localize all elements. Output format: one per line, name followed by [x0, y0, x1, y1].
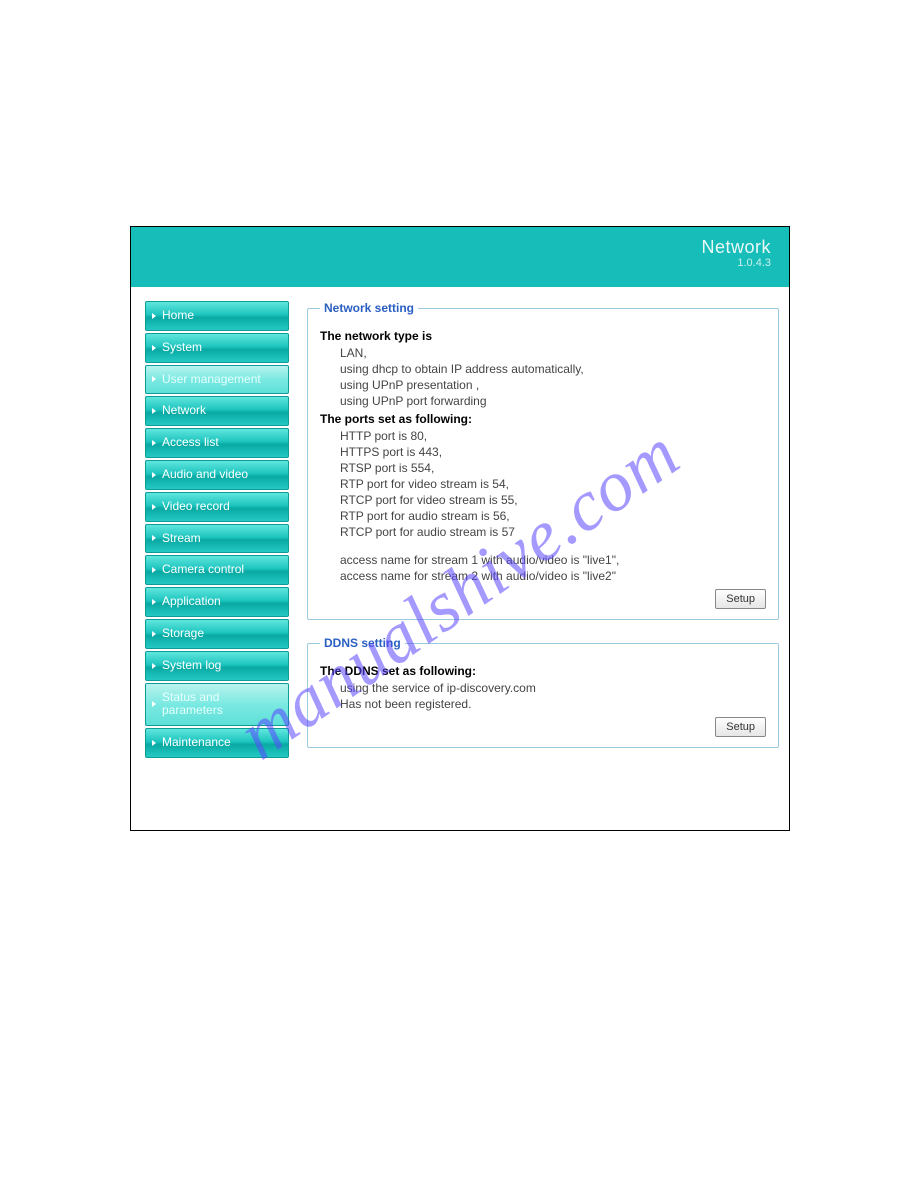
sidebar-item-network[interactable]: Network — [145, 396, 289, 426]
network-setup-button[interactable]: Setup — [715, 589, 766, 609]
version-label: 1.0.4.3 — [131, 257, 771, 269]
sidebar-item-label: Audio and video — [162, 468, 280, 482]
port-line: HTTP port is 80, — [340, 429, 766, 443]
chevron-right-icon — [152, 345, 156, 351]
network-type-line: using UPnP presentation , — [340, 378, 766, 392]
chevron-right-icon — [152, 408, 156, 414]
sidebar-item-label: Video record — [162, 500, 280, 514]
sidebar-item-system-log[interactable]: System log — [145, 651, 289, 681]
sidebar-item-label: Status and parameters — [162, 691, 280, 719]
access-name-line: access name for stream 1 with audio/vide… — [340, 553, 766, 567]
chevron-right-icon — [152, 701, 156, 707]
sidebar-nav: Home System User management Network Access l… — [145, 301, 289, 764]
chevron-right-icon — [152, 663, 156, 669]
sidebar-item-status-and-parameters[interactable]: Status and parameters — [145, 683, 289, 727]
sidebar-item-label: Camera control — [162, 563, 280, 577]
ddns-setting-panel: DDNS setting The DDNS set as following: … — [307, 636, 779, 748]
port-line: RTP port for video stream is 54, — [340, 477, 766, 491]
page-title: Network — [131, 237, 771, 258]
port-line: RTP port for audio stream is 56, — [340, 509, 766, 523]
sidebar-item-application[interactable]: Application — [145, 587, 289, 617]
sidebar-item-label: Maintenance — [162, 736, 280, 750]
sidebar-item-home[interactable]: Home — [145, 301, 289, 331]
network-setting-legend: Network setting — [320, 301, 418, 315]
sidebar-item-camera-control[interactable]: Camera control — [145, 555, 289, 585]
network-type-line: using dhcp to obtain IP address automati… — [340, 362, 766, 376]
sidebar-item-audio-and-video[interactable]: Audio and video — [145, 460, 289, 490]
sidebar-item-label: Storage — [162, 627, 280, 641]
sidebar-item-system[interactable]: System — [145, 333, 289, 363]
ddns-line: using the service of ip-discovery.com — [340, 681, 766, 695]
ddns-setup-button[interactable]: Setup — [715, 717, 766, 737]
sidebar-item-label: Access list — [162, 436, 280, 450]
sidebar-item-user-management[interactable]: User management — [145, 365, 289, 395]
main-content: Network setting The network type is LAN,… — [289, 301, 779, 764]
network-type-line: LAN, — [340, 346, 766, 360]
network-type-line: using UPnP port forwarding — [340, 394, 766, 408]
chevron-right-icon — [152, 567, 156, 573]
chevron-right-icon — [152, 472, 156, 478]
sidebar-item-access-list[interactable]: Access list — [145, 428, 289, 458]
sidebar-item-label: System log — [162, 659, 280, 673]
sidebar-item-label: Stream — [162, 532, 280, 546]
port-line: RTSP port is 554, — [340, 461, 766, 475]
chevron-right-icon — [152, 376, 156, 382]
sidebar-item-video-record[interactable]: Video record — [145, 492, 289, 522]
port-line: HTTPS port is 443, — [340, 445, 766, 459]
ports-heading: The ports set as following: — [320, 412, 766, 426]
header-banner: Network 1.0.4.3 — [131, 227, 789, 287]
chevron-right-icon — [152, 440, 156, 446]
sidebar-item-label: Network — [162, 404, 280, 418]
sidebar-item-label: Home — [162, 309, 280, 323]
chevron-right-icon — [152, 504, 156, 510]
chevron-right-icon — [152, 535, 156, 541]
sidebar-item-stream[interactable]: Stream — [145, 524, 289, 554]
port-line: RTCP port for audio stream is 57 — [340, 525, 766, 539]
sidebar-item-maintenance[interactable]: Maintenance — [145, 728, 289, 758]
chevron-right-icon — [152, 631, 156, 637]
ddns-heading: The DDNS set as following: — [320, 664, 766, 678]
sidebar-item-label: User management — [162, 373, 280, 387]
ddns-setting-legend: DDNS setting — [320, 636, 405, 650]
app-window: Network 1.0.4.3 Home System User managemen… — [130, 226, 790, 831]
sidebar-item-label: Application — [162, 595, 280, 609]
sidebar-item-storage[interactable]: Storage — [145, 619, 289, 649]
network-setting-panel: Network setting The network type is LAN,… — [307, 301, 779, 620]
chevron-right-icon — [152, 599, 156, 605]
chevron-right-icon — [152, 740, 156, 746]
access-name-line: access name for stream 2 with audio/vide… — [340, 569, 766, 583]
sidebar-item-label: System — [162, 341, 280, 355]
network-type-heading: The network type is — [320, 329, 766, 343]
chevron-right-icon — [152, 313, 156, 319]
port-line: RTCP port for video stream is 55, — [340, 493, 766, 507]
ddns-line: Has not been registered. — [340, 697, 766, 711]
